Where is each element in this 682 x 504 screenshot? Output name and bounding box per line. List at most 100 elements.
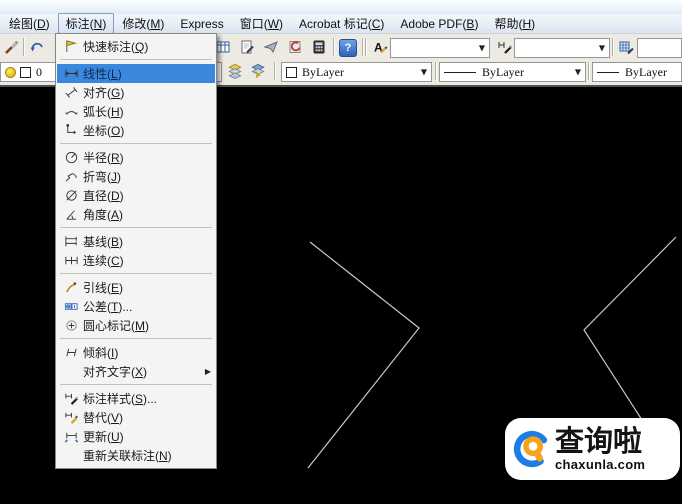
chaxunla-logo-icon [513,430,551,468]
menu-item-17[interactable]: 圆心标记(M) [57,316,215,335]
publish-button[interactable] [262,38,280,56]
dimension-menu: 快速标注(Q) 线性(L) 对齐(G) 弧长(H) 坐标(O) 半径(R) 折弯(J) 直径(… [55,33,217,469]
menu-separator [60,273,212,274]
menu-item-12[interactable]: 基线(B) [57,232,215,251]
menu-item-label: 半径(R) [83,151,124,165]
menubar-item-7[interactable]: 帮助(H) [486,13,543,34]
leader-icon [59,280,83,295]
menubar-item-2[interactable]: 修改(M) [114,13,172,34]
menu-item-label: 直径(D) [83,189,124,203]
linear-dimension-icon [59,66,83,81]
aligned-dimension-icon [59,85,83,100]
menu-item-label: 坐标(O) [83,124,125,138]
help-button[interactable]: ? [339,39,357,57]
menu-separator [60,384,212,385]
center-mark-icon [59,318,83,333]
toolbar-separator [588,62,590,80]
menubar-item-5[interactable]: Acrobat 标记(C) [291,13,392,34]
menu-item-label: 对齐(G) [83,86,125,100]
layer-on-bulb-icon [5,66,16,78]
menu-item-22[interactable]: 标注样式(S)... [57,389,215,408]
layer-color-swatch [20,66,31,78]
menubar-item-4[interactable]: 窗口(W) [232,13,291,34]
menu-separator [60,338,212,339]
menubar-item-0[interactable]: 绘图(D) [1,13,58,34]
diameter-icon [59,188,83,203]
lineweight-combobox[interactable]: ByLayer [592,62,682,82]
chevron-down-icon: ▼ [574,67,581,77]
menu-item-label: 基线(B) [83,235,124,249]
menu-item-15[interactable]: 引线(E) [57,278,215,297]
menubar-item-6[interactable]: Adobe PDF(B) [392,15,486,33]
toolbar-separator [612,38,614,56]
menu-item-label: 更新(U) [83,430,124,444]
watermark: 查询啦 chaxunla.com [505,418,680,480]
menu-item-label: 倾斜(I) [83,346,119,360]
window-top-strip [0,0,682,14]
menu-item-9[interactable]: 直径(D) [57,186,215,205]
dimension-style-icon [59,391,83,406]
menu-item-7[interactable]: 半径(R) [57,148,215,167]
quick-dimension-icon [59,39,83,54]
text-style-button[interactable] [371,38,389,56]
menu-item-label: 对齐文字(X) [83,365,148,379]
menu-item-20[interactable]: 对齐文字(X) ▶ [57,362,215,381]
jogged-icon [59,169,83,184]
toolbar-separator [365,38,367,56]
menu-item-label: 快速标注(Q) [83,40,149,54]
color-combobox[interactable]: ByLayer ▼ [281,62,432,82]
radius-icon [59,150,83,165]
table-style-button[interactable] [617,38,635,56]
markup-set-manager-button[interactable] [286,38,304,56]
match-properties-button[interactable] [3,38,21,56]
make-object-layer-current-button[interactable] [226,62,244,80]
menu-item-label: 替代(V) [83,411,124,425]
markup-sheet-button[interactable] [238,38,256,56]
menu-item-23[interactable]: 替代(V) [57,408,215,427]
menu-item-19[interactable]: 倾斜(I) [57,343,215,362]
menu-item-label: 标注样式(S)... [83,392,158,406]
baseline-icon [59,234,83,249]
chevron-down-icon: ▼ [598,43,605,53]
menu-item-label: 引线(E) [83,281,124,295]
arc-length-icon [59,104,83,119]
menu-item-3[interactable]: 对齐(G) [57,83,215,102]
dimension-style-combobox[interactable]: ▼ [514,38,610,58]
linetype-combobox[interactable]: ByLayer ▼ [439,62,586,82]
menu-item-label: 重新关联标注(N) [83,449,172,463]
menubar-item-3[interactable]: Express [172,15,231,33]
text-style-combobox[interactable]: ▼ [390,38,490,58]
menu-item-24[interactable]: 更新(U) [57,427,215,446]
table-style-combobox[interactable] [637,38,682,58]
update-icon [59,429,83,444]
toolbar-separator [435,62,437,80]
menu-item-10[interactable]: 角度(A) [57,205,215,224]
menu-item-label: 连续(C) [83,254,124,268]
drawing-line [583,236,677,421]
watermark-brand: 查询啦 [555,425,643,458]
watermark-domain: chaxunla.com [555,456,646,472]
angular-icon [59,207,83,222]
menu-item-label: 线性(L) [83,67,122,81]
menu-item-label: 公差(T)... [83,300,133,314]
menu-item-4[interactable]: 弧长(H) [57,102,215,121]
menu-separator [60,143,212,144]
menubar-item-1[interactable]: 标注(N) [57,13,115,34]
drawing-line [307,241,420,469]
linetype-sample [444,71,476,73]
menu-item-16[interactable]: 公差(T)... [57,297,215,316]
menu-item-2[interactable]: 线性(L) [57,64,215,83]
layer-previous-button[interactable] [249,62,267,80]
menu-item-8[interactable]: 折弯(J) [57,167,215,186]
menu-item-5[interactable]: 坐标(O) [57,121,215,140]
menu-item-0[interactable]: 快速标注(Q) [57,37,215,56]
menu-item-13[interactable]: 连续(C) [57,251,215,270]
quickcalc-button[interactable] [310,38,328,56]
dimension-style-button[interactable] [496,38,514,56]
toolbar-separator [333,38,335,56]
menu-item-25[interactable]: 重新关联标注(N) [57,446,215,465]
menu-separator [60,59,212,60]
undo-button[interactable] [28,38,46,56]
menu-item-label: 圆心标记(M) [83,319,149,333]
chevron-down-icon: ▼ [420,67,427,77]
